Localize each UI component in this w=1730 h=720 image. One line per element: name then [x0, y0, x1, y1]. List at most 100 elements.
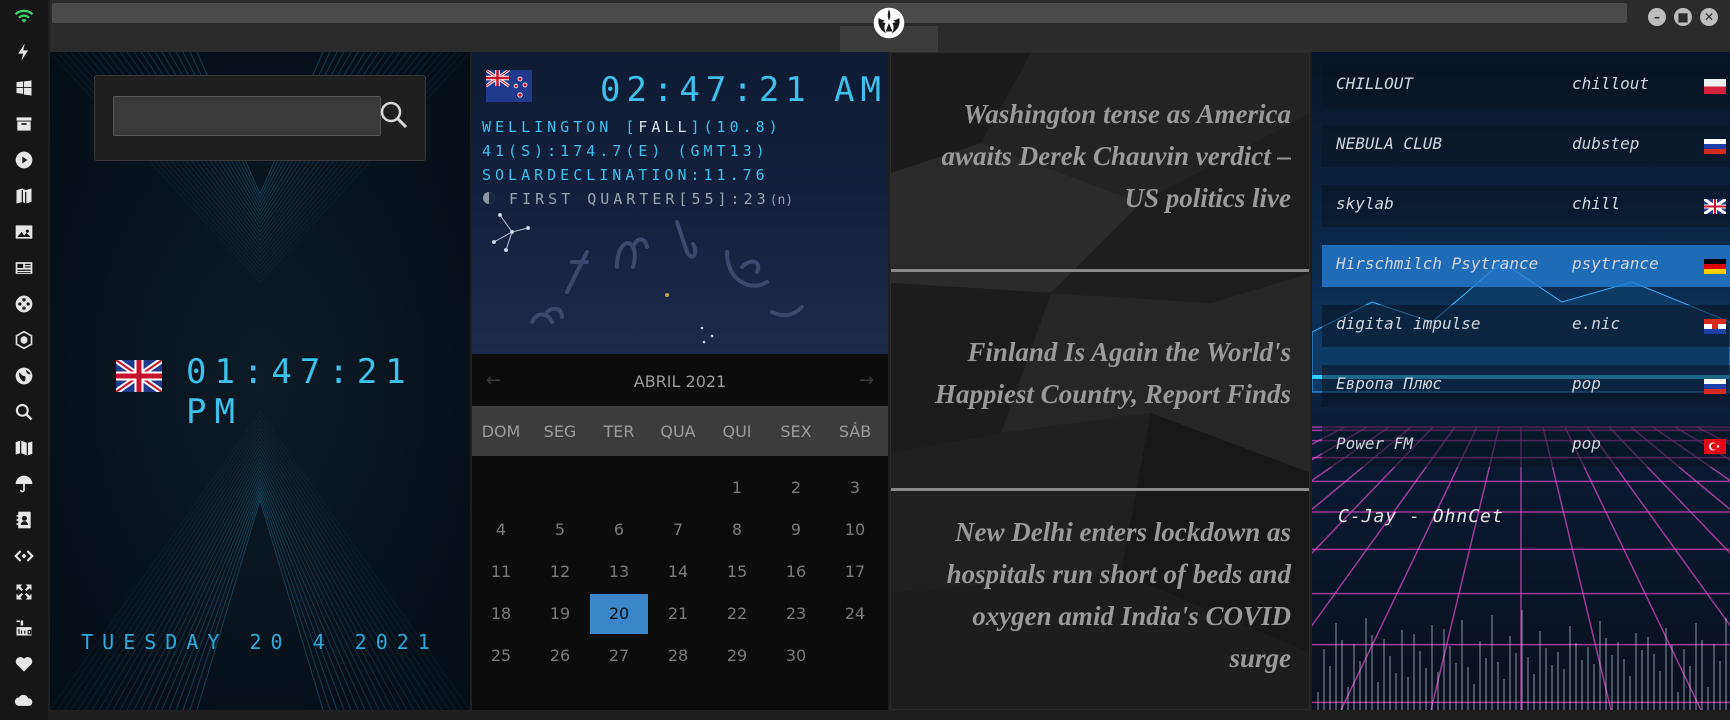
station-name: CHILLOUT	[1336, 74, 1414, 93]
weekday-label: DOM	[481, 422, 521, 441]
calendar-header: ← ABRIL 2021 →	[472, 356, 888, 407]
russia-flag-icon	[1704, 139, 1726, 154]
code-icon[interactable]	[12, 544, 36, 568]
weekday-label: QUA	[660, 422, 696, 441]
weekday-label: SÁB	[838, 422, 872, 441]
search-input[interactable]	[113, 96, 381, 136]
next-month-arrow-icon[interactable]: →	[859, 370, 874, 391]
book-icon[interactable]	[12, 184, 36, 208]
calendar-day[interactable]: 27	[590, 636, 648, 676]
station-name: Европа Плюс	[1336, 374, 1442, 393]
location-line: WELLINGTON [FALL](10.8)	[482, 118, 782, 136]
calendar-day[interactable]: 28	[649, 636, 707, 676]
uk-flag-icon	[116, 360, 162, 392]
umbrella-icon[interactable]	[12, 472, 36, 496]
station-genre: chillout	[1572, 74, 1650, 93]
news-headline[interactable]: New Delhi enters lockdown as hospitals r…	[911, 511, 1291, 679]
news-panel: Washington tense as America awaits Derek…	[890, 52, 1310, 710]
calendar-day[interactable]: 8	[708, 510, 766, 550]
calendar-day[interactable]: 9	[767, 510, 825, 550]
youtube-icon[interactable]	[12, 616, 36, 640]
calendar-day[interactable]: 29	[708, 636, 766, 676]
station-item[interactable]: skylab chill	[1322, 179, 1730, 231]
search-button[interactable]	[377, 98, 411, 132]
poland-flag-icon	[1704, 79, 1726, 94]
station-name: digital impulse	[1336, 314, 1481, 333]
calendar-day[interactable]: 2	[767, 468, 825, 508]
calendar-day-today[interactable]: 20	[590, 594, 648, 634]
station-genre: pop	[1572, 374, 1601, 393]
news-headline[interactable]: Washington tense as America awaits Derek…	[911, 93, 1292, 219]
fullscreen-icon[interactable]	[12, 580, 36, 604]
station-item[interactable]: CHILLOUT chillout	[1322, 59, 1730, 111]
minimize-button[interactable]: –	[1648, 8, 1666, 26]
moon-phase-text: FIRST QUARTER[55]:23	[509, 190, 770, 208]
film-reel-icon[interactable]	[12, 292, 36, 316]
lightning-icon[interactable]	[12, 40, 36, 64]
uk-flag-icon	[1704, 199, 1726, 214]
calendar: ← ABRIL 2021 → DOM SEG TER QUA QUI SEX S…	[472, 356, 888, 710]
news-headline[interactable]: Finland Is Again the World's Happiest Co…	[911, 331, 1291, 415]
station-genre: chill	[1572, 194, 1621, 213]
calendar-day[interactable]: 11	[472, 552, 530, 592]
station-item[interactable]: NEBULA CLUB dubstep	[1322, 119, 1730, 171]
calendar-day[interactable]: 16	[767, 552, 825, 592]
calendar-day[interactable]: 26	[531, 636, 589, 676]
moon-phase-line: FIRST QUARTER[55]:23(n)	[482, 190, 793, 208]
windows-icon[interactable]	[12, 76, 36, 100]
station-item[interactable]: Power FM pop	[1322, 419, 1730, 471]
station-item[interactable]: Hirschmilch Psytrance psytrance	[1322, 239, 1730, 291]
top-bar: – ■ ✕	[50, 0, 1730, 52]
hexagon-icon[interactable]	[12, 328, 36, 352]
calendar-day[interactable]: 17	[826, 552, 884, 592]
calendar-day[interactable]: 22	[708, 594, 766, 634]
image-icon[interactable]	[12, 220, 36, 244]
play-icon[interactable]	[12, 148, 36, 172]
cloud-icon[interactable]	[12, 688, 36, 712]
calendar-day[interactable]: 24	[826, 594, 884, 634]
calendar-day[interactable]: 1	[708, 468, 766, 508]
calendar-day[interactable]: 10	[826, 510, 884, 550]
maximize-button[interactable]: ■	[1674, 8, 1692, 26]
calendar-day[interactable]: 25	[472, 636, 530, 676]
location-prefix: WELLINGTON [	[482, 118, 639, 136]
calendar-day[interactable]: 14	[649, 552, 707, 592]
uk-time-display: 01:47:21 PM	[186, 352, 414, 432]
date-display: TUESDAY 20 4 2021	[81, 630, 439, 654]
heart-icon[interactable]	[12, 652, 36, 676]
station-item[interactable]: Европа Плюс pop	[1322, 359, 1730, 411]
station-name: NEBULA CLUB	[1336, 134, 1442, 153]
calendar-day[interactable]: 30	[767, 636, 825, 676]
contacts-icon[interactable]	[12, 508, 36, 532]
calendar-day[interactable]: 7	[649, 510, 707, 550]
calendar-day[interactable]: 23	[767, 594, 825, 634]
calendar-day[interactable]: 15	[708, 552, 766, 592]
calendar-day[interactable]: 12	[531, 552, 589, 592]
map-icon[interactable]	[12, 436, 36, 460]
radio-panel: CHILLOUT chillout NEBULA CLUB dubstep skylab…	[1312, 52, 1730, 710]
solar-declination-line: SOLARDECLINATION:11.76	[482, 166, 769, 184]
calendar-day[interactable]: 3	[826, 468, 884, 508]
turkey-flag-icon	[1704, 439, 1726, 454]
globe-icon[interactable]	[12, 364, 36, 388]
close-button[interactable]: ✕	[1700, 8, 1718, 26]
rebel-logo-tab[interactable]	[840, 0, 938, 52]
station-name: Hirschmilch Psytrance	[1336, 254, 1539, 273]
uk-clock-panel: 01:47:21 PM TUESDAY 20 4 2021	[50, 52, 470, 710]
station-genre: e.nic	[1572, 314, 1621, 333]
archive-icon[interactable]	[12, 112, 36, 136]
calendar-day[interactable]: 21	[649, 594, 707, 634]
moon-icon	[483, 192, 495, 204]
station-item[interactable]: digital impulse e.nic	[1322, 299, 1730, 351]
calendar-day[interactable]: 5	[531, 510, 589, 550]
wifi-icon[interactable]	[12, 4, 36, 28]
search-icon[interactable]	[12, 400, 36, 424]
calendar-day[interactable]: 6	[590, 510, 648, 550]
calendar-day[interactable]: 13	[590, 552, 648, 592]
calendar-day[interactable]: 19	[531, 594, 589, 634]
newspaper-icon[interactable]	[12, 256, 36, 280]
calendar-day[interactable]: 4	[472, 510, 530, 550]
weekday-label: TER	[603, 422, 635, 441]
now-playing-text: C-Jay - OhnCet	[1338, 506, 1504, 527]
calendar-day[interactable]: 18	[472, 594, 530, 634]
